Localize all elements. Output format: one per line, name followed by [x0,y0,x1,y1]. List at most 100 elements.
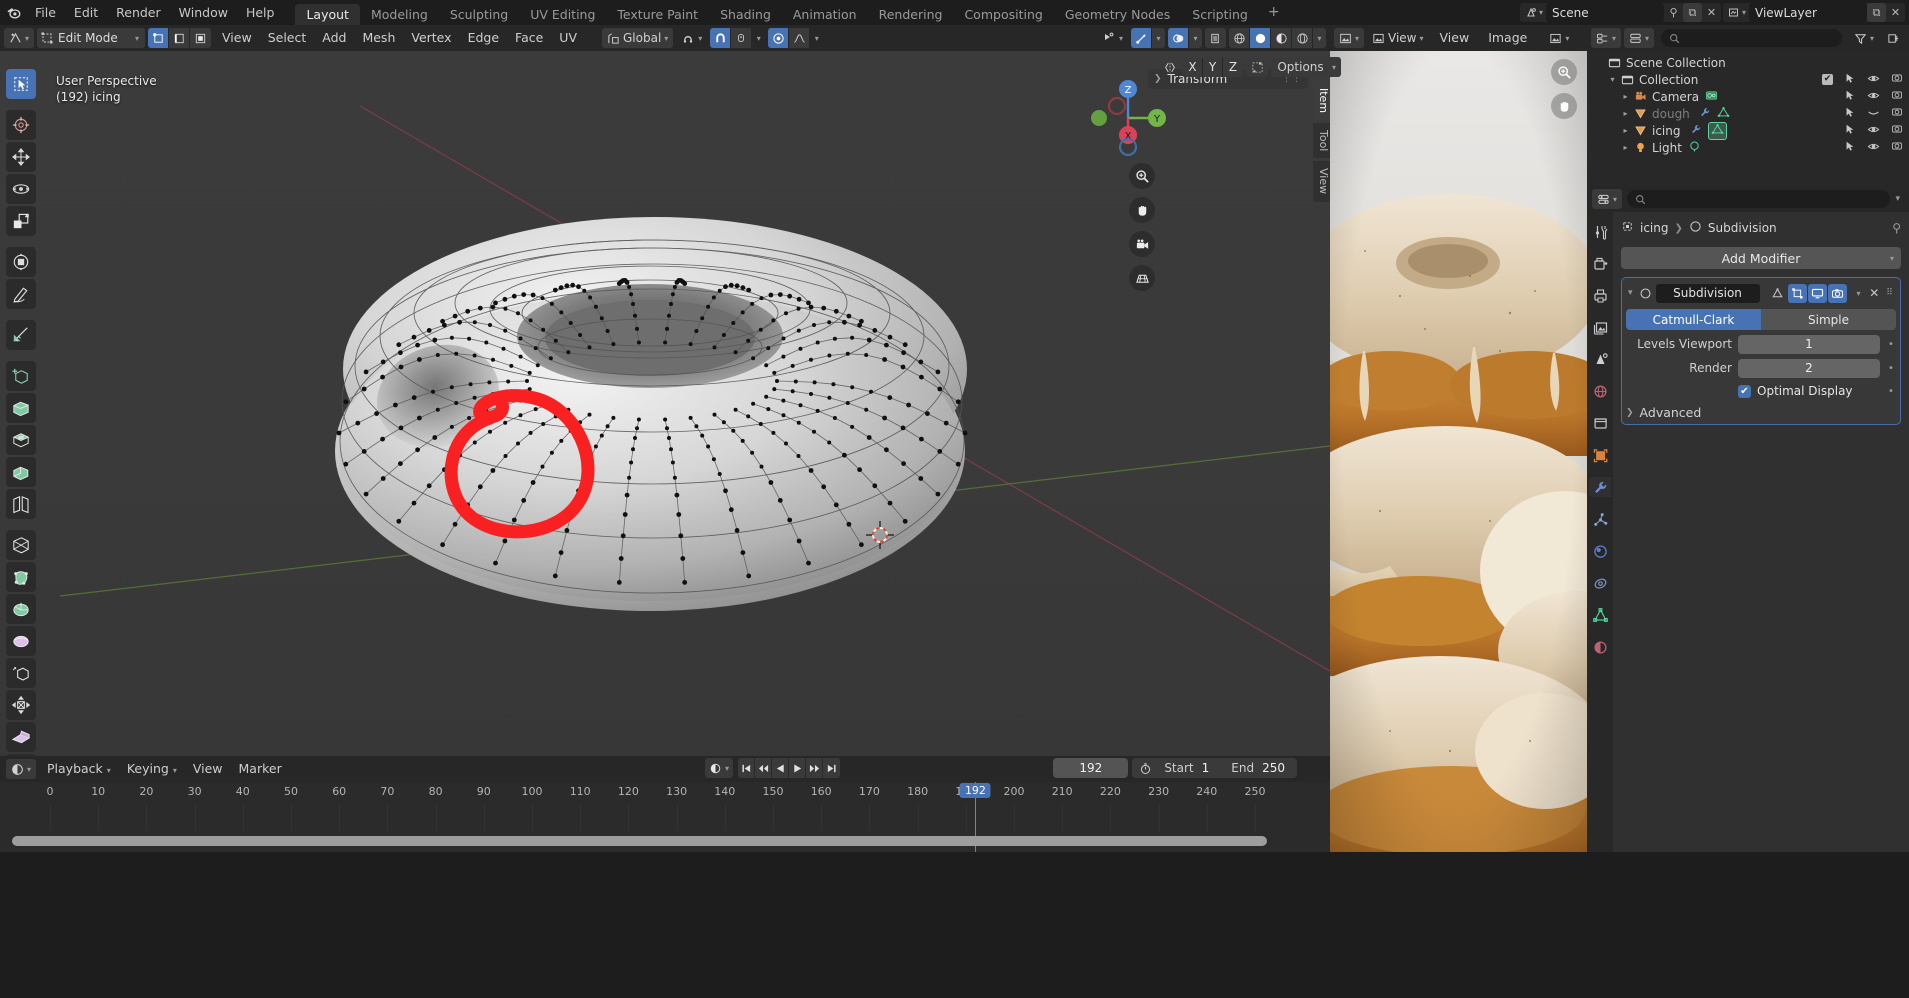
add-cube-tool[interactable] [6,361,36,391]
image-pan-hand-icon[interactable] [1551,93,1577,119]
camera-icon[interactable] [1891,106,1903,121]
shading-chevron-icon[interactable]: ▾ [1313,28,1326,48]
tool-tab[interactable] [1589,221,1611,241]
unlink-scene-button[interactable]: ✕ [1702,3,1721,22]
workspace-tab-scripting[interactable]: Scripting [1181,4,1259,25]
eye-icon[interactable] [1867,72,1880,88]
toggle-xray-icon[interactable] [1205,28,1226,48]
workspace-tab-uv-editing[interactable]: UV Editing [519,4,606,25]
outliner-row-dough[interactable]: ▸ dough [1587,105,1909,122]
workspace-tab-animation[interactable]: Animation [782,4,868,25]
gizmo-icon[interactable] [1131,28,1152,48]
optimal-display-animate-dot[interactable]: • [1886,386,1896,397]
3d-viewport[interactable]: User Perspective (192) icing Z Y X ❯ Tra… [0,51,1330,756]
workspace-tab-modeling[interactable]: Modeling [360,4,439,25]
modifier-extras-chevron-icon[interactable]: ▾ [1853,284,1865,303]
properties-options-chevron-icon[interactable]: ▾ [1895,194,1904,204]
camera-icon[interactable] [1891,123,1903,138]
solid-shading-icon[interactable] [1250,28,1271,48]
timeline-menu-playback[interactable]: Playback ▾ [39,756,119,782]
camera-icon[interactable] [1891,140,1903,155]
outliner-search-input[interactable] [1661,29,1842,47]
face-select-icon[interactable] [190,28,212,48]
catmull-clark-button[interactable]: Catmull-Clark [1626,309,1761,330]
workspace-tab-rendering[interactable]: Rendering [868,4,954,25]
vertex-select-icon[interactable] [148,28,170,48]
move-tool[interactable] [6,142,36,172]
workspace-tab-shading[interactable]: Shading [709,4,782,25]
viewport-menu-uv[interactable]: UV [551,25,585,51]
browse-image-icon[interactable]: ▾ [1544,28,1574,48]
snap-chevron-icon[interactable]: ▾ [752,28,765,48]
magnet-icon[interactable] [710,28,732,48]
render-levels-animate-dot[interactable]: • [1886,363,1896,374]
cursor-arrow-icon[interactable] [1844,140,1856,155]
pan-hand-icon[interactable] [1129,197,1155,223]
snap-options-dropdown[interactable] [731,28,753,48]
camera-view-icon[interactable] [1129,231,1155,257]
timeline-menu-marker[interactable]: Marker [231,756,290,782]
menu-edit[interactable]: Edit [65,0,107,25]
mirror-axis-x-button[interactable]: X [1183,57,1203,77]
outliner-tree[interactable]: Scene Collection ▾ Collection ✔ ▸ Camera ▸ dou… [1587,51,1909,186]
menu-render[interactable]: Render [107,0,170,25]
edit-mode-icon[interactable] [1787,283,1807,303]
monitor-icon[interactable] [1807,283,1827,303]
poly-build-tool[interactable] [6,562,36,592]
chevron-right-icon[interactable]: ▸ [1619,109,1632,118]
output-tab[interactable] [1589,285,1611,305]
bevel-tool[interactable] [6,457,36,487]
particles-tab[interactable] [1589,509,1611,529]
render-levels-value[interactable]: 2 [1738,358,1880,378]
start-frame-value[interactable]: 1 [1202,761,1222,775]
scene-selector[interactable]: ▾ Scene ⚲ ⧉ ✕ [1519,3,1721,22]
scale-tool[interactable] [6,206,36,236]
outliner-display-mode-icon[interactable]: ▾ [1624,28,1655,48]
ortho-persp-icon[interactable] [1129,265,1155,291]
jump-to-end-icon[interactable] [823,758,840,778]
workspace-tab-layout[interactable]: Layout [295,4,360,25]
editor-type-timeline-icon[interactable]: ▾ [6,759,37,779]
outliner-root-scene-collection[interactable]: Scene Collection [1587,54,1909,71]
falloff-curve-icon[interactable] [789,28,811,48]
menu-help[interactable]: Help [237,0,284,25]
image-editor-reference-photo[interactable] [1330,51,1587,881]
rotate-tool[interactable] [6,174,36,204]
collection-tab[interactable] [1589,413,1611,433]
edge-slide-tool[interactable] [6,658,36,688]
rendered-shading-icon[interactable] [1292,28,1313,48]
remove-viewlayer-button[interactable]: ✕ [1886,3,1905,22]
object-tab[interactable] [1589,445,1611,465]
cursor-arrow-icon[interactable] [1844,89,1856,104]
render-tab[interactable] [1589,253,1611,273]
outliner-row-collection[interactable]: ▾ Collection ✔ [1587,71,1909,88]
timeline-ruler[interactable]: 0 10 20 30 40 50 60 70 80 90 100 110 120 130 140 150 160… [0,782,1330,804]
current-frame-field[interactable]: 192 [1053,758,1129,778]
workspace-tab-sculpting[interactable]: Sculpting [439,4,519,25]
record-dot-icon[interactable]: ▾ [705,758,734,778]
gizmo-chevron-icon[interactable]: ▾ [1152,28,1165,48]
pin-icon[interactable]: ⚲ [1892,221,1901,235]
viewport-menu-vertex[interactable]: Vertex [403,25,459,51]
viewlayer-name-field[interactable]: ViewLayer [1749,3,1867,22]
snap-target-icon[interactable]: ▾ [676,28,707,48]
add-workspace-button[interactable]: + [1259,0,1289,25]
cursor-arrow-icon[interactable] [1844,123,1856,138]
playhead-frame-badge[interactable]: 192 [959,783,991,798]
world-tab[interactable] [1589,381,1611,401]
viewport-menu-view[interactable]: View [214,25,260,51]
menu-window[interactable]: Window [170,0,237,25]
chevron-down-icon[interactable]: ▾ [1606,75,1619,84]
viewport-menu-edge[interactable]: Edge [460,25,507,51]
modifier-tab[interactable] [1589,477,1611,497]
viewport-menu-add[interactable]: Add [314,25,354,51]
inset-faces-tool[interactable] [6,425,36,455]
outliner-new-collection-icon[interactable] [1882,28,1905,48]
cursor-arrow-icon[interactable] [1844,106,1856,121]
shear-tool[interactable] [6,722,36,752]
outliner-row-light[interactable]: ▸ Light [1587,139,1909,156]
timeline-horizontal-scrollbar[interactable] [12,836,1267,846]
new-viewlayer-button[interactable]: ⧉ [1867,3,1886,22]
jump-to-keyframe-prev-icon[interactable] [755,758,773,778]
image-menu-image[interactable]: Image [1480,25,1535,51]
